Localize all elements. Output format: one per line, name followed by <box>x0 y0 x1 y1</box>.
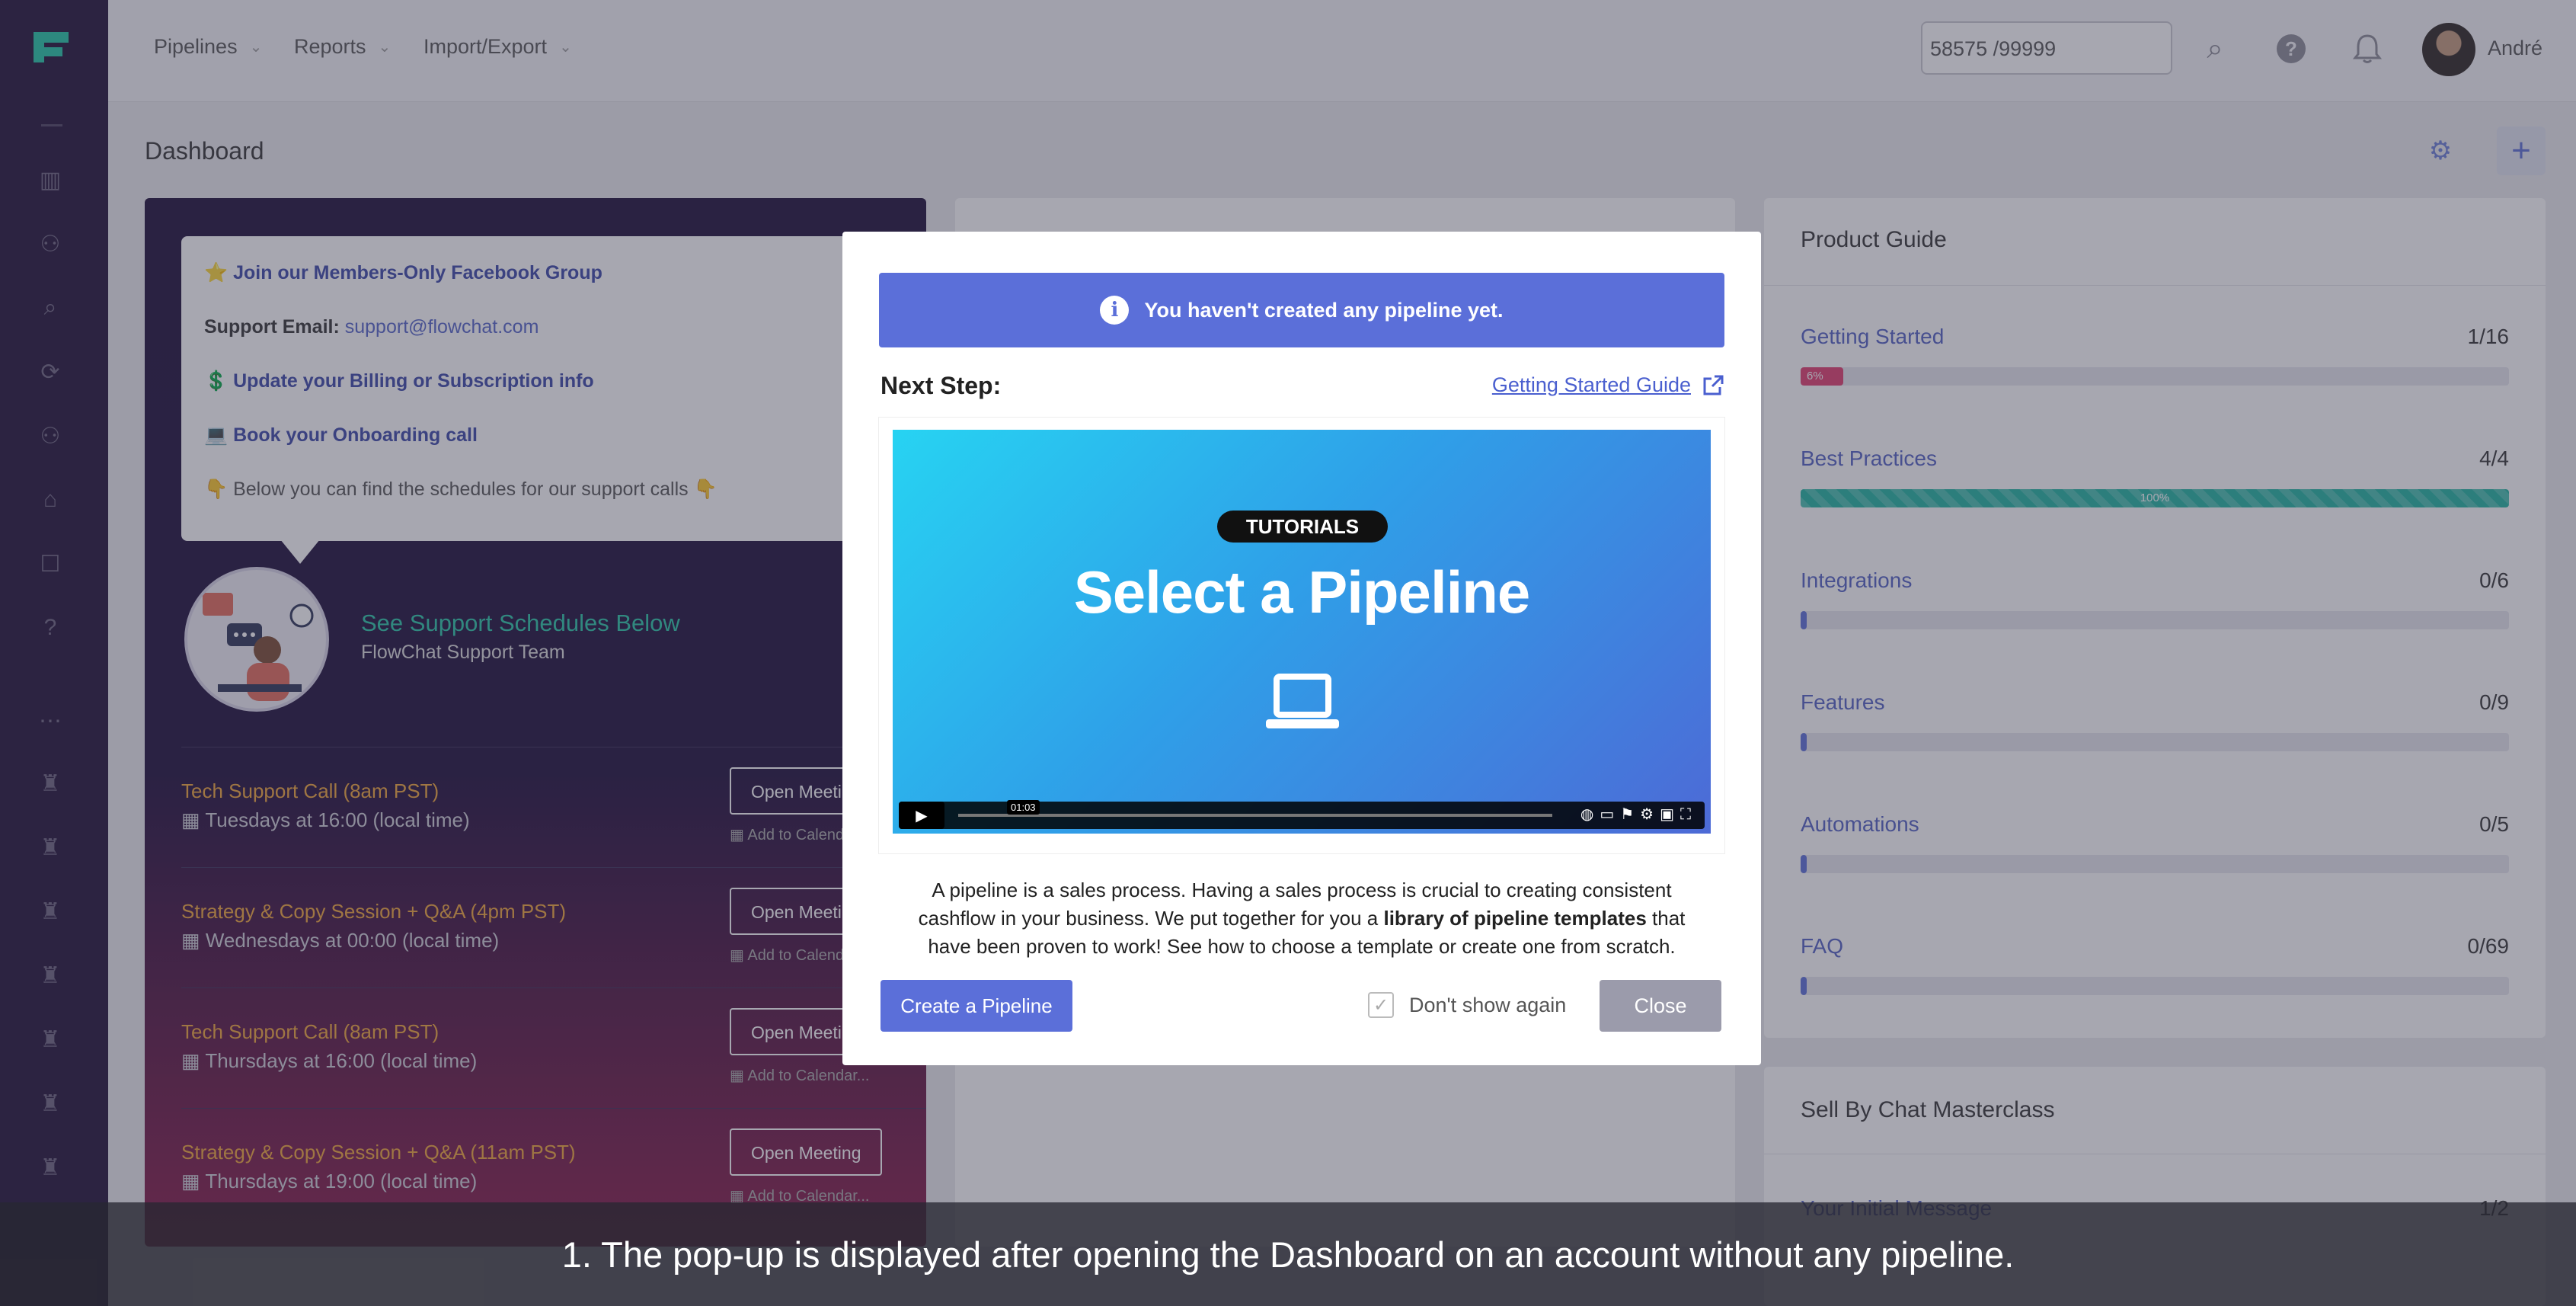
tutorial-video[interactable]: TUTORIALS Select a Pipeline ▶ 01:03 ◍▭⚑⚙… <box>879 418 1724 853</box>
no-pipeline-modal: i You haven't created any pipeline yet. … <box>842 232 1761 1065</box>
dont-show-again-checkbox[interactable]: ✓ Don't show again <box>1368 992 1566 1018</box>
video-time: 01:03 <box>1007 800 1040 815</box>
video-title: Select a Pipeline <box>1073 559 1531 626</box>
external-link-icon <box>1703 375 1724 395</box>
no-pipeline-alert: i You haven't created any pipeline yet. <box>879 273 1724 347</box>
next-step-label: Next Step: <box>881 372 1002 399</box>
laptop-icon <box>1266 674 1339 728</box>
play-icon[interactable]: ▶ <box>899 802 944 829</box>
info-icon: i <box>1100 296 1130 325</box>
create-pipeline-button[interactable]: Create a Pipeline <box>881 980 1072 1032</box>
tutorial-caption: 1. The pop-up is displayed after opening… <box>0 1202 2576 1306</box>
video-settings-icons[interactable]: ◍▭⚑⚙▣⛶ <box>1580 805 1697 824</box>
video-badge: TUTORIALS <box>1217 511 1388 543</box>
video-player[interactable]: TUTORIALS Select a Pipeline ▶ 01:03 ◍▭⚑⚙… <box>893 430 1711 834</box>
close-button[interactable]: Close <box>1600 980 1721 1032</box>
pipeline-description: A pipeline is a sales process. Having a … <box>918 879 1686 958</box>
video-controls: ▶ 01:03 ◍▭⚑⚙▣⛶ <box>899 800 1705 829</box>
checkbox-icon[interactable]: ✓ <box>1368 992 1394 1018</box>
getting-started-guide-link[interactable]: Getting Started Guide <box>1492 373 1724 397</box>
video-progress-track[interactable]: 01:03 <box>958 800 1552 817</box>
